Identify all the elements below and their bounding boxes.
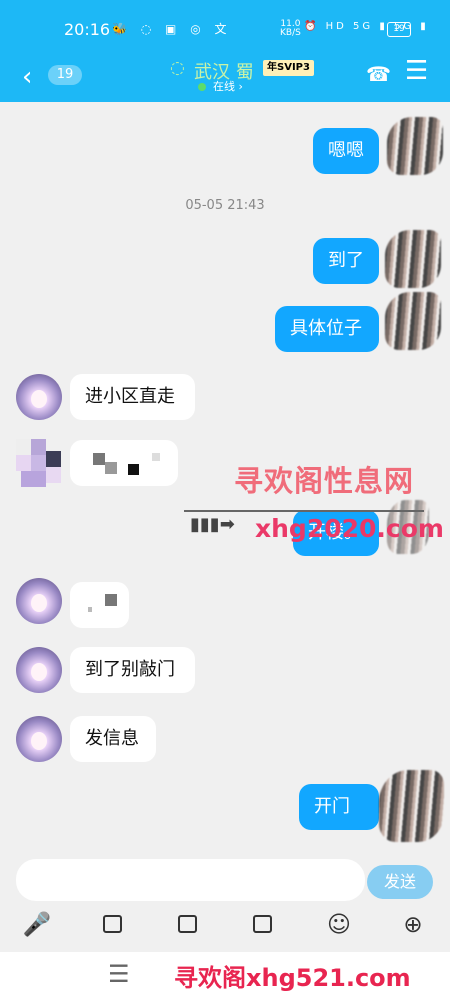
avatar-face [31, 732, 47, 750]
timestamp: 05-05 21:43 [185, 198, 265, 213]
message-bubble[interactable]: 开门 [299, 784, 379, 830]
emoji-icon[interactable]: ☺ [324, 910, 354, 940]
censored-avatar [379, 770, 444, 842]
battery-indicator: 19 [387, 22, 411, 37]
phone-icon[interactable]: ☎ [366, 62, 391, 86]
microphone-icon[interactable]: 🎤 [22, 910, 52, 940]
menu-icon[interactable]: ☰ [108, 960, 130, 988]
add-icon[interactable]: ⊕ [398, 910, 428, 940]
message-input[interactable] [16, 859, 365, 901]
censored-message-bubble[interactable] [70, 582, 129, 628]
back-arrow-icon[interactable]: ‹ [22, 62, 32, 92]
message-text: 具体位子 [290, 318, 362, 339]
send-button[interactable]: 发送 [367, 865, 433, 899]
message-text: 发信息 [85, 728, 139, 749]
censored-avatar [385, 292, 441, 350]
svip-badge: 年SVIP3 [263, 60, 314, 76]
message-bubble[interactable]: 到了别敲门 [70, 647, 195, 693]
message-bubble[interactable]: 发信息 [70, 716, 156, 762]
censored-avatar [16, 439, 61, 488]
chat-header: ‹ 19 ◌ 武汉 蜀 年SVIP3 在线 › ☎ ☰ [0, 56, 450, 102]
contact-avatar[interactable] [16, 578, 62, 624]
status-bar: 20:16 🐝 ◌ ▣ ◎ 文 11.0 KB/S ⏰ HD 5G ▮ 5G ▮… [0, 0, 450, 58]
menu-icon[interactable]: ☰ [405, 56, 428, 86]
online-status-icon [198, 83, 206, 91]
clock: 20:16 [64, 20, 111, 39]
image-icon[interactable] [98, 910, 128, 940]
footer-watermark: 寻欢阁xhg521.com [174, 964, 411, 992]
censored-message-bubble[interactable] [70, 440, 178, 486]
message-bubble[interactable]: 具体位子 [275, 306, 379, 352]
contact-avatar[interactable] [16, 716, 62, 762]
network-speed: 11.0 KB/S [280, 19, 301, 38]
censored-avatar [387, 117, 443, 175]
online-status[interactable]: 在线 › [213, 78, 243, 94]
message-text: 嗯嗯 [328, 140, 364, 161]
composer: 发送 [0, 850, 450, 910]
ear-icon: ◌ [170, 58, 185, 78]
red-envelope-icon[interactable] [248, 910, 278, 940]
avatar-face [31, 594, 47, 612]
message-bubble[interactable]: 到了 [313, 238, 379, 284]
watermark-title: 寻欢阁性息网 [234, 464, 415, 498]
contact-avatar[interactable] [16, 647, 62, 693]
camera-frame-icon [178, 915, 197, 933]
message-text: 到了 [328, 250, 364, 271]
unread-count[interactable]: 19 [48, 65, 82, 85]
system-navigation-bar: ☰ 寻欢阁xhg521.com [0, 952, 450, 1000]
watermark-site: xhg2020.com [255, 514, 444, 543]
image-frame-icon [103, 915, 122, 933]
notification-icons: 🐝 ◌ ▣ ◎ 文 [112, 22, 232, 36]
arrow-icon: ▮▮▮➡ [190, 514, 235, 535]
watermark-rule [184, 510, 424, 512]
chat-toolbar: 🎤 ☺ ⊕ [0, 910, 450, 952]
message-text: 进小区直走 [85, 386, 175, 407]
message-bubble[interactable]: 进小区直走 [70, 374, 195, 420]
message-text: 到了别敲门 [85, 659, 175, 680]
message-text: 开门 [314, 796, 350, 817]
contact-avatar[interactable] [16, 374, 62, 420]
envelope-frame-icon [253, 915, 272, 933]
camera-icon[interactable] [173, 910, 203, 940]
avatar-face [31, 390, 47, 408]
message-bubble[interactable]: 嗯嗯 [313, 128, 379, 174]
censored-avatar [385, 230, 441, 288]
avatar-face [31, 663, 47, 681]
